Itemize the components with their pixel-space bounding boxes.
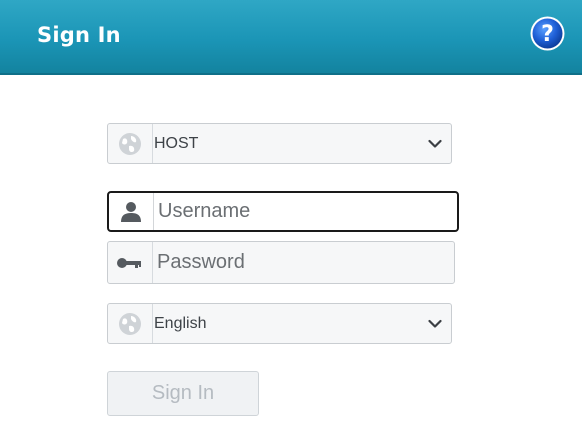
svg-text:?: ?: [541, 22, 554, 47]
language-globe-icon-cell: [108, 304, 153, 343]
host-select[interactable]: HOST: [107, 123, 452, 164]
user-icon: [121, 201, 141, 222]
help-question-icon[interactable]: ?: [529, 15, 566, 52]
key-icon: [117, 257, 141, 268]
host-globe-icon-cell: [108, 124, 153, 163]
sign-in-button[interactable]: Sign In: [107, 371, 259, 416]
username-field[interactable]: [107, 191, 459, 232]
language-select[interactable]: English: [107, 303, 452, 344]
page-title: Sign In: [37, 23, 121, 47]
chevron-down-icon: [428, 139, 442, 148]
globe-icon: [119, 132, 141, 155]
host-select-value: HOST: [154, 134, 199, 152]
password-input[interactable]: [157, 242, 448, 283]
globe-icon: [119, 312, 141, 335]
password-field[interactable]: [107, 241, 455, 284]
username-input[interactable]: [158, 193, 451, 230]
username-icon-cell: [109, 193, 154, 230]
header-bar: Sign In ?: [0, 0, 582, 75]
language-select-value: English: [154, 314, 207, 332]
chevron-down-icon: [428, 319, 442, 328]
password-icon-cell: [108, 242, 153, 283]
